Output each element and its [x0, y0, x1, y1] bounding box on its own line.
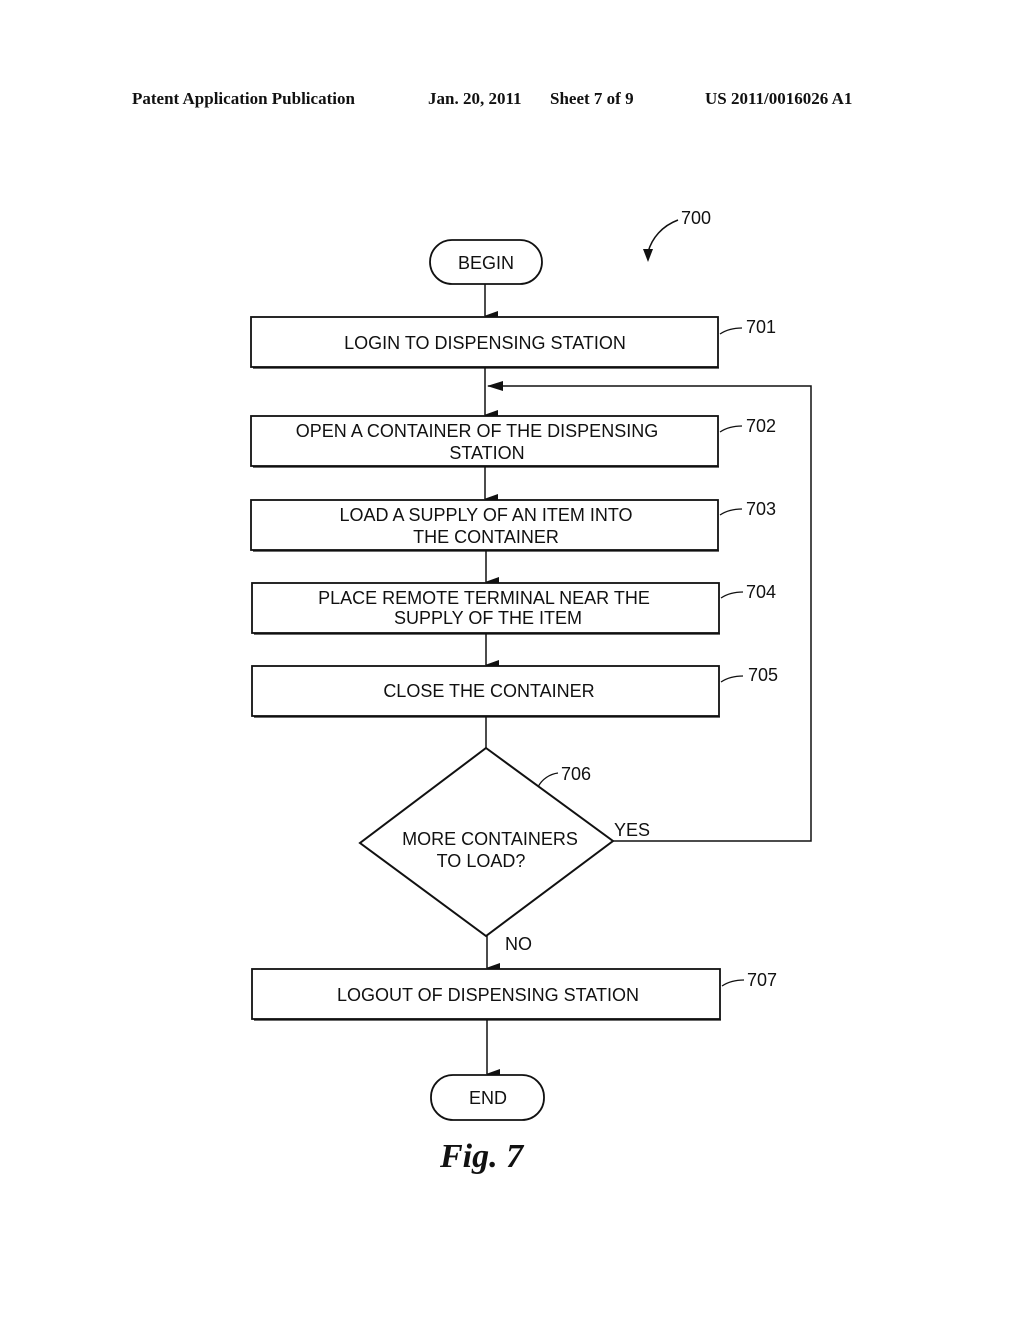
begin-label: BEGIN: [458, 253, 514, 273]
process-step-707: LOGOUT OF DISPENSING STATION: [251, 968, 721, 1021]
flowchart: 700 BEGIN LOGIN TO DISPENSING STATION 70…: [250, 208, 812, 1121]
ref-701: 701: [746, 317, 776, 337]
step-707-text: LOGOUT OF DISPENSING STATION: [337, 985, 639, 1005]
begin-terminal: BEGIN: [429, 239, 543, 285]
figure-ref-arrowhead: [643, 249, 653, 262]
ref-705: 705: [748, 665, 778, 685]
ref-leader-706: [537, 772, 559, 788]
ref-707: 707: [747, 970, 777, 990]
step-702-text-line2: STATION: [449, 443, 524, 463]
step-705-text: CLOSE THE CONTAINER: [383, 681, 594, 701]
process-step-705: CLOSE THE CONTAINER: [251, 665, 720, 718]
ref-leader-703: [719, 508, 743, 516]
ref-704: 704: [746, 582, 776, 602]
step-704-text-line2: SUPPLY OF THE ITEM: [394, 608, 582, 628]
decision-706-text-line2: TO LOAD?: [437, 851, 526, 871]
ref-leader-704: [720, 591, 744, 599]
ref-leader-701: [719, 327, 743, 335]
loop-arrowhead: [487, 381, 503, 391]
decision-yes-label: YES: [614, 820, 650, 840]
figure-ref-label: 700: [681, 208, 711, 228]
process-step-704: PLACE REMOTE TERMINAL NEAR THE SUPPLY OF…: [251, 582, 720, 635]
figure-ref-leader: [647, 219, 679, 253]
ref-702: 702: [746, 416, 776, 436]
step-704-text-line1: PLACE REMOTE TERMINAL NEAR THE: [318, 588, 650, 608]
step-703-text-line1: LOAD A SUPPLY OF AN ITEM INTO: [339, 505, 632, 525]
ref-leader-707: [721, 979, 745, 987]
step-703-text-line2: THE CONTAINER: [413, 527, 559, 547]
process-step-703: LOAD A SUPPLY OF AN ITEM INTO THE CONTAI…: [250, 499, 719, 552]
decision-no-label: NO: [505, 934, 532, 954]
step-702-text-line1: OPEN A CONTAINER OF THE DISPENSING: [296, 421, 658, 441]
process-step-701: LOGIN TO DISPENSING STATION: [250, 316, 719, 369]
decision-706-text-line1: MORE CONTAINERS: [402, 829, 578, 849]
figure-caption: Fig. 7: [440, 1138, 524, 1175]
ref-706: 706: [561, 764, 591, 784]
step-701-text: LOGIN TO DISPENSING STATION: [344, 333, 626, 353]
ref-leader-702: [719, 425, 743, 433]
ref-703: 703: [746, 499, 776, 519]
end-label: END: [469, 1088, 507, 1108]
process-step-702: OPEN A CONTAINER OF THE DISPENSING STATI…: [250, 415, 719, 468]
end-terminal: END: [430, 1074, 545, 1121]
ref-leader-705: [720, 675, 744, 683]
